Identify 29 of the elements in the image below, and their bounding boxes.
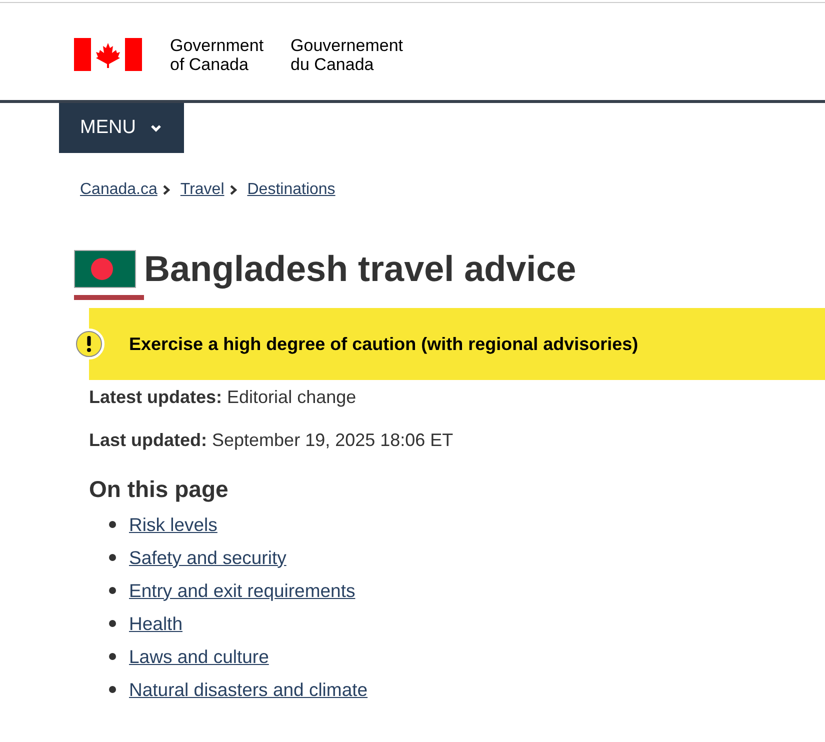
chevron-icon — [230, 185, 238, 195]
page-section-link[interactable]: Risk levels — [129, 510, 218, 538]
breadcrumb-link[interactable]: Travel — [180, 178, 224, 202]
chevron-icon — [163, 185, 170, 195]
government-name: Gouvernement du Canada — [290, 36, 403, 74]
bullet-icon — [109, 521, 116, 528]
update-info: Last updated: September 19, 2025 18:06 ET — [89, 429, 454, 452]
title-underline — [74, 295, 144, 300]
page-section-link[interactable]: Safety and security — [129, 544, 286, 572]
bangladesh-flag-icon — [74, 250, 136, 288]
advisory-text: Exercise a high degree of caution (with regional advisories) — [129, 332, 638, 356]
page-title: Bangladesh travel advice — [144, 247, 576, 291]
government-name: Government of Canada — [170, 36, 264, 74]
bullet-icon — [109, 620, 116, 627]
bullet-icon — [109, 587, 116, 594]
page-section-link[interactable]: Health — [129, 610, 182, 638]
section-heading: On this page — [89, 475, 230, 504]
menu-button[interactable]: MENU — [59, 103, 184, 153]
bullet-icon — [109, 554, 116, 561]
bullet-icon — [109, 686, 116, 693]
page-section-link[interactable]: Natural disasters and climate — [129, 676, 368, 704]
chevron-down-icon — [150, 124, 162, 132]
page-section-link[interactable]: Entry and exit requirements — [129, 576, 356, 604]
breadcrumb-link[interactable]: Canada.ca — [80, 178, 158, 202]
breadcrumb-link[interactable]: Destinations — [247, 178, 336, 202]
page-section-link[interactable]: Laws and culture — [129, 642, 269, 670]
canada-flag-icon — [74, 38, 142, 71]
bullet-icon — [109, 653, 116, 660]
update-info: Latest updates: Editorial change — [89, 386, 358, 409]
